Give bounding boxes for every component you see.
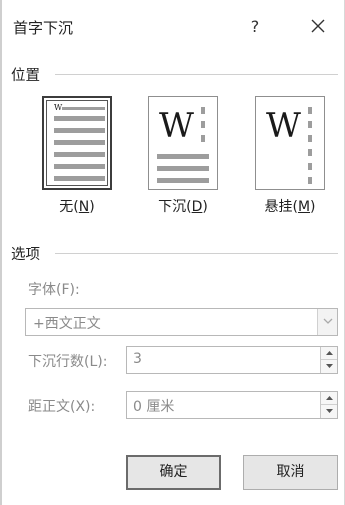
triangle-up-icon <box>325 351 333 355</box>
position-section-label: 位置 <box>11 68 40 84</box>
position-none-label: 无(N) <box>59 199 95 215</box>
font-label: 字体(F): <box>28 282 80 298</box>
font-select[interactable]: +西文正文 <box>25 308 338 336</box>
help-button[interactable]: ? <box>243 14 267 40</box>
preview-dash <box>308 135 312 142</box>
help-icon: ? <box>250 17 260 36</box>
preview-line <box>157 178 209 183</box>
drop-cap-dialog: 首字下沉 ? 位置 W 无(N) W 下沉(D) W 悬挂(M) 选项 字体(F… <box>0 0 345 505</box>
drop-cap-w-glyph: W <box>159 106 194 146</box>
preview-line <box>157 154 209 159</box>
preview-line <box>54 128 105 133</box>
dialog-left-border <box>0 0 2 505</box>
close-icon <box>311 19 325 33</box>
title-bar: 首字下沉 ? <box>0 0 345 55</box>
preview-line <box>54 116 105 121</box>
options-section-label: 选项 <box>11 247 40 263</box>
drop-lines-spin-buttons <box>320 347 337 373</box>
cancel-button[interactable]: 取消 <box>243 455 338 490</box>
preview-line <box>54 152 105 157</box>
preview-line <box>62 107 105 110</box>
distance-increment[interactable] <box>321 392 337 405</box>
close-button[interactable] <box>305 12 331 40</box>
preview-dash <box>201 121 205 128</box>
position-dropped-preview: W <box>148 96 218 190</box>
distance-value: 0 厘米 <box>133 399 175 415</box>
distance-label: 距正文(X): <box>28 399 96 415</box>
small-w-glyph: W <box>54 103 63 112</box>
position-none-preview: W <box>42 96 112 190</box>
preview-dash <box>308 121 312 128</box>
options-section-divider <box>55 253 338 254</box>
preview-line <box>54 164 105 169</box>
chevron-down-icon <box>323 318 332 324</box>
position-section-divider <box>55 74 338 75</box>
position-dropped-label: 下沉(D) <box>158 199 208 215</box>
preview-dash <box>308 177 312 184</box>
drop-cap-w-glyph: W <box>266 106 301 146</box>
preview-line <box>157 166 209 171</box>
preview-line <box>54 176 105 181</box>
triangle-down-icon <box>325 409 333 413</box>
ok-button[interactable]: 确定 <box>126 455 221 490</box>
position-margin-label: 悬挂(M) <box>264 199 316 215</box>
dialog-title: 首字下沉 <box>13 19 74 37</box>
preview-dash <box>201 107 205 114</box>
preview-dash <box>308 163 312 170</box>
preview-line <box>54 140 105 145</box>
distance-spinner[interactable]: 0 厘米 <box>126 391 338 419</box>
drop-lines-increment[interactable] <box>321 347 337 360</box>
triangle-down-icon <box>325 364 333 368</box>
distance-spin-buttons <box>320 392 337 418</box>
distance-decrement[interactable] <box>321 405 337 418</box>
drop-lines-spinner[interactable]: 3 <box>126 346 338 374</box>
triangle-up-icon <box>325 396 333 400</box>
drop-lines-value: 3 <box>133 351 142 367</box>
drop-lines-label: 下沉行数(L): <box>28 354 108 370</box>
preview-dash <box>201 135 205 142</box>
preview-dash <box>308 149 312 156</box>
position-option-dropped[interactable]: W 下沉(D) <box>143 96 223 216</box>
font-select-dropdown-button[interactable] <box>317 309 337 335</box>
preview-dash <box>308 107 312 114</box>
position-margin-preview: W <box>255 96 325 190</box>
drop-lines-decrement[interactable] <box>321 360 337 373</box>
position-option-in-margin[interactable]: W 悬挂(M) <box>250 96 330 216</box>
position-option-none[interactable]: W 无(N) <box>37 96 117 216</box>
font-select-value: +西文正文 <box>33 316 101 332</box>
